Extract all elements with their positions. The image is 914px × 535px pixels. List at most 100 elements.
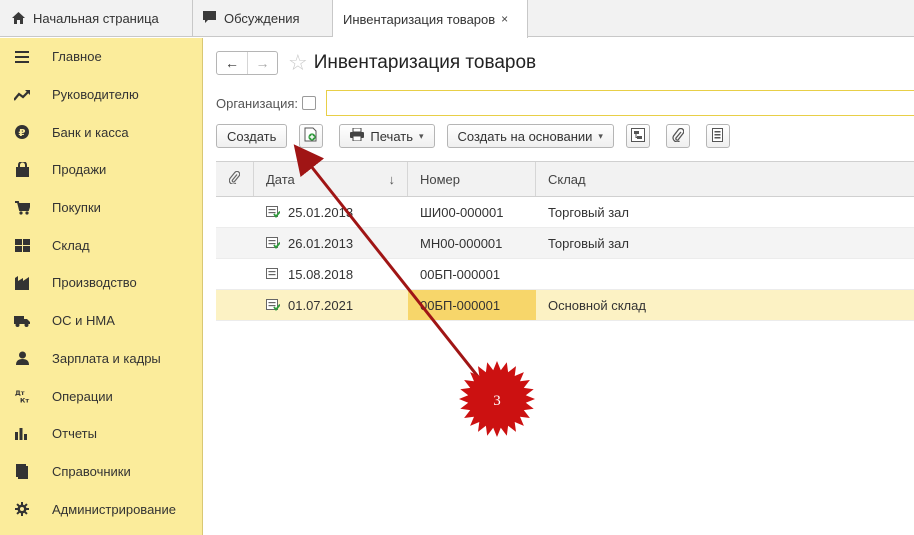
table-row[interactable]: 15.08.2018 00БП-000001 <box>216 259 914 290</box>
header-number[interactable]: Номер <box>408 162 536 196</box>
table-row[interactable]: 25.01.2013 ШИ00-000001 Торговый зал <box>216 197 914 228</box>
bar-chart-icon <box>12 426 32 442</box>
organization-checkbox[interactable] <box>302 96 317 110</box>
create-based-on-button[interactable]: Создать на основании ▾ <box>446 124 614 148</box>
sidebar-item-manager[interactable]: Руководителю <box>0 76 202 114</box>
list-settings-button[interactable] <box>705 124 730 148</box>
header-date-label: Дата <box>266 171 295 187</box>
menu-icon <box>12 49 32 65</box>
main-panel: ← → ☆ Инвентаризация товаров Организация… <box>204 38 914 535</box>
row-warehouse: Основной склад <box>548 297 646 313</box>
sidebar-item-main[interactable]: Главное <box>0 38 202 76</box>
sidebar-item-salary[interactable]: Зарплата и кадры <box>0 340 202 378</box>
sidebar-item-label: Банк и касса <box>52 124 129 140</box>
organization-label: Организация: <box>216 95 299 111</box>
organization-field[interactable] <box>326 90 914 116</box>
chat-icon <box>203 10 216 27</box>
create-button-label: Создать <box>227 128 277 144</box>
sidebar-item-label: Главное <box>52 49 102 65</box>
gear-icon <box>12 501 32 517</box>
tab-home-label: Начальная страница <box>33 11 159 26</box>
sidebar-item-fixed-assets[interactable]: ОС и НМА <box>0 302 202 340</box>
trend-icon <box>12 87 32 103</box>
list-icon <box>712 127 724 145</box>
factory-icon <box>12 275 32 291</box>
header-date[interactable]: Дата ↓ <box>254 162 408 196</box>
row-number: 00БП-000001 <box>408 290 536 320</box>
truck-icon <box>12 313 32 329</box>
create-button[interactable]: Создать <box>216 124 288 148</box>
nav-buttons: ← → <box>216 51 278 75</box>
header-warehouse[interactable]: Склад <box>536 162 914 196</box>
sidebar-item-label: Производство <box>52 275 137 291</box>
table-row[interactable]: 26.01.2013 МН00-000001 Торговый зал <box>216 228 914 259</box>
sidebar-item-label: ОС и НМА <box>52 313 115 329</box>
tab-home[interactable]: Начальная страница <box>0 0 193 37</box>
attach-button[interactable] <box>665 124 690 148</box>
table-row-selected[interactable]: 01.07.2021 00БП-000001 Основной склад <box>216 290 914 321</box>
row-date: 25.01.2013 <box>288 204 354 220</box>
dt-kt-icon: Дт Кт <box>12 388 32 404</box>
row-number: ШИ00-000001 <box>420 204 504 220</box>
book-icon <box>12 463 32 479</box>
sidebar-item-label: Покупки <box>52 200 101 216</box>
add-document-icon <box>304 127 318 145</box>
sidebar-item-warehouse[interactable]: Склад <box>0 226 202 264</box>
ruble-icon: ₽ <box>12 124 32 140</box>
row-date: 15.08.2018 <box>288 266 354 282</box>
chevron-down-icon: ▾ <box>419 130 424 141</box>
sidebar-item-label: Отчеты <box>52 426 97 442</box>
row-warehouse: Торговый зал <box>548 204 629 220</box>
sidebar-item-purchases[interactable]: Покупки <box>0 189 202 227</box>
sidebar-item-reports[interactable]: Отчеты <box>0 415 202 453</box>
sidebar-item-label: Руководителю <box>52 87 139 103</box>
close-icon[interactable]: × <box>501 12 508 26</box>
sidebar-item-bank[interactable]: ₽ Банк и касса <box>0 113 202 151</box>
row-warehouse <box>536 259 914 289</box>
create-based-on-label: Создать на основании <box>457 128 593 144</box>
tab-discussions[interactable]: Обсуждения <box>193 0 333 37</box>
home-icon <box>12 11 25 27</box>
sort-arrow-icon: ↓ <box>388 171 396 187</box>
posted-document-icon <box>266 206 281 218</box>
tab-inventory-label: Инвентаризация товаров <box>343 11 496 27</box>
copy-add-button[interactable] <box>299 124 324 148</box>
title-bar: ← → ☆ Инвентаризация товаров <box>216 50 536 76</box>
svg-text:₽: ₽ <box>19 128 26 139</box>
favorite-star-icon[interactable]: ☆ <box>288 52 308 74</box>
row-number: МН00-000001 <box>420 235 503 251</box>
table-header: Дата ↓ Номер Склад <box>216 162 914 197</box>
sidebar-item-sales[interactable]: Продажи <box>0 151 202 189</box>
tab-bar: Начальная страница Обсуждения Инвентариз… <box>0 0 914 38</box>
structure-icon <box>630 127 645 145</box>
document-icon <box>266 268 280 280</box>
sidebar-item-label: Продажи <box>52 162 107 178</box>
print-button-label: Печать <box>370 128 413 144</box>
sidebar-item-catalogs[interactable]: Справочники <box>0 453 202 491</box>
sidebar-item-label: Справочники <box>52 463 131 479</box>
posted-document-icon <box>266 237 281 249</box>
sidebar-item-production[interactable]: Производство <box>0 264 202 302</box>
header-attach[interactable] <box>216 162 254 196</box>
sidebar-item-label: Склад <box>52 237 90 253</box>
sidebar-item-operations[interactable]: Дт Кт Операции <box>0 377 202 415</box>
toolbar: Создать Печать ▾ Создать на основании ▾ <box>216 123 746 149</box>
printer-icon <box>350 127 365 144</box>
page-title: Инвентаризация товаров <box>313 52 537 73</box>
row-date: 01.07.2021 <box>288 297 354 313</box>
tab-inventory[interactable]: Инвентаризация товаров × <box>333 0 528 38</box>
person-icon <box>12 350 32 366</box>
print-button[interactable]: Печать ▾ <box>339 124 435 148</box>
sidebar-item-label: Администрирование <box>52 501 176 517</box>
sidebar-item-admin[interactable]: Администрирование <box>0 490 202 528</box>
bag-icon <box>12 162 32 178</box>
forward-button[interactable]: → <box>247 52 277 74</box>
row-number: 00БП-000001 <box>420 266 501 282</box>
organization-filter: Организация: <box>216 90 914 116</box>
cart-icon <box>12 200 32 216</box>
paperclip-icon <box>672 127 685 145</box>
tab-discussions-label: Обсуждения <box>224 11 300 26</box>
back-button[interactable]: ← <box>217 52 247 74</box>
structure-button[interactable] <box>625 124 650 148</box>
chevron-down-icon: ▾ <box>598 130 603 141</box>
